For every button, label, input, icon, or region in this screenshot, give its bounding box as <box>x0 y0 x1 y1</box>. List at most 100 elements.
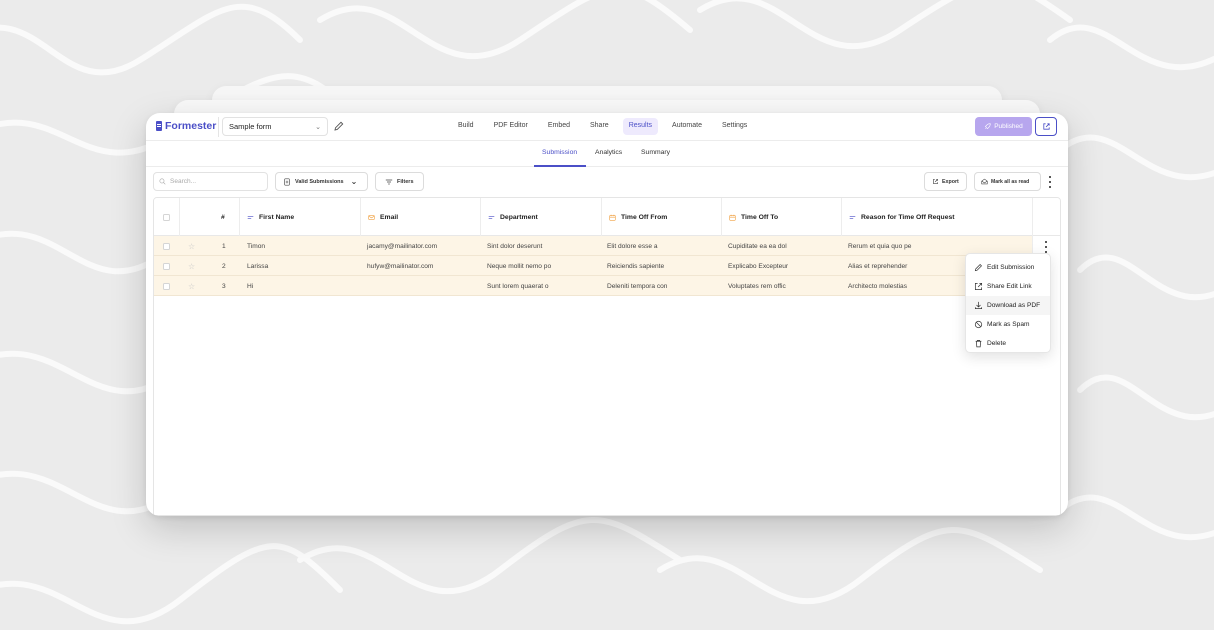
nav-tab-embed[interactable]: Embed <box>542 118 576 135</box>
pencil-icon <box>974 264 982 272</box>
subtab-analytics[interactable]: Analytics <box>595 149 622 156</box>
menu-item-label: Delete <box>987 340 1007 347</box>
nav-tab-build[interactable]: Build <box>452 118 480 135</box>
form-select-value: Sample form <box>229 122 272 131</box>
nav-tab-share[interactable]: Share <box>584 118 615 135</box>
column-header-reason[interactable]: Reason for Time Off Request <box>849 198 955 236</box>
subtab-summary[interactable]: Summary <box>641 149 670 156</box>
table-row[interactable]: ☆ 3 Hi Sunt lorem quaerat o Deleniti tem… <box>154 276 1032 296</box>
menu-item-mark-as-spam[interactable]: Mark as Spam <box>966 315 1050 334</box>
open-form-button[interactable] <box>1035 117 1057 136</box>
row-checkbox[interactable] <box>163 256 170 276</box>
filters-label: Filters <box>397 178 414 185</box>
filter-lines-icon <box>385 179 393 184</box>
menu-item-label: Mark as Spam <box>987 321 1030 328</box>
chevron-down-icon: ⌄ <box>315 123 321 131</box>
filters-button[interactable]: Filters <box>375 172 424 191</box>
trash-icon <box>975 339 982 348</box>
cell-department: Sunt lorem quaerat o <box>487 282 549 290</box>
submissions-table: # First Name Email Department Time Off F… <box>153 197 1061 516</box>
column-header-department[interactable]: Department <box>488 198 538 236</box>
search-input[interactable]: Search... <box>153 172 268 191</box>
column-label: Email <box>380 213 399 221</box>
nav-tab-results[interactable]: Results <box>622 118 659 135</box>
subtab-submission[interactable]: Submission <box>542 149 577 156</box>
submission-filter-value: Valid Submissions <box>295 178 344 185</box>
menu-item-download-pdf[interactable]: Download as PDF <box>966 296 1050 315</box>
table-row[interactable]: ☆ 2 Larissa hufyw@mailinator.com Neque m… <box>154 256 1032 276</box>
export-icon <box>933 179 938 184</box>
search-placeholder: Search... <box>170 178 197 185</box>
chevron-down-icon: ⌄ <box>350 177 358 186</box>
logo-text: Formester <box>165 120 217 132</box>
search-icon <box>159 178 166 185</box>
column-label: Time Off From <box>621 213 668 221</box>
cell-department: Neque mollit nemo po <box>487 262 552 270</box>
short-text-icon <box>247 215 254 219</box>
star-icon[interactable]: ☆ <box>188 236 195 256</box>
cell-time-off-from: Elit dolore esse a <box>607 242 658 250</box>
cell-email: hufyw@mailinator.com <box>367 262 434 270</box>
mark-all-read-button[interactable]: Mark all as read <box>974 172 1041 191</box>
column-label: First Name <box>259 213 295 221</box>
cell-department: Sint dolor deserunt <box>487 242 543 250</box>
download-icon <box>974 301 983 310</box>
app-window: Formester Sample form ⌄ Build PDF Editor… <box>146 113 1068 516</box>
nav-tab-settings[interactable]: Settings <box>716 118 753 135</box>
star-icon[interactable]: ☆ <box>188 256 195 276</box>
cell-time-off-from: Deleniti tempora con <box>607 282 668 290</box>
export-button[interactable]: Export <box>924 172 967 191</box>
results-subtabs: Submission Analytics Summary <box>146 141 1068 167</box>
short-text-icon <box>849 215 856 219</box>
top-bar: Formester Sample form ⌄ Build PDF Editor… <box>146 113 1068 141</box>
column-label: Reason for Time Off Request <box>861 213 955 221</box>
table-row[interactable]: ☆ 1 Timon jacamy@mailinator.com Sint dol… <box>154 236 1032 256</box>
logo[interactable]: Formester <box>156 120 216 132</box>
calendar-icon <box>609 214 616 221</box>
published-button[interactable]: Published <box>975 117 1032 136</box>
cell-first-name: Timon <box>247 242 266 250</box>
column-header-first-name[interactable]: First Name <box>247 198 294 236</box>
menu-item-delete[interactable]: Delete <box>966 334 1050 353</box>
menu-item-label: Edit Submission <box>987 264 1035 271</box>
cell-email: jacamy@mailinator.com <box>367 242 438 250</box>
external-link-icon <box>1042 123 1050 130</box>
cell-time-off-from: Reiciendis sapiente <box>607 262 665 270</box>
export-label: Export <box>942 178 959 185</box>
cell-reason: Alias et reprehender <box>848 262 908 270</box>
row-actions-menu: Edit Submission Share Edit Link Download… <box>965 253 1051 353</box>
mail-icon <box>368 214 375 220</box>
submission-filter-select[interactable]: Valid Submissions ⌄ <box>275 172 368 191</box>
menu-item-edit-submission[interactable]: Edit Submission <box>966 258 1050 277</box>
column-header-num: # <box>221 213 225 221</box>
column-header-time-off-from[interactable]: Time Off From <box>609 198 667 236</box>
rocket-icon <box>985 123 991 130</box>
row-checkbox[interactable] <box>163 236 170 256</box>
external-link-icon <box>974 282 983 291</box>
main-nav: Build PDF Editor Embed Share Results Aut… <box>452 118 761 135</box>
cell-reason: Rerum et quia quo pe <box>848 242 912 250</box>
menu-item-label: Share Edit Link <box>987 283 1032 290</box>
nav-tab-pdf-editor[interactable]: PDF Editor <box>488 118 534 135</box>
divider <box>218 117 219 137</box>
cell-num: 1 <box>222 242 226 250</box>
edit-form-name-pencil-icon[interactable] <box>333 120 345 132</box>
star-icon[interactable]: ☆ <box>188 276 195 296</box>
cell-time-off-to: Explicabo Excepteur <box>728 262 789 270</box>
cell-time-off-to: Cupiditate ea ea dol <box>728 242 787 250</box>
ban-icon <box>974 320 983 329</box>
cell-reason: Architecto molestias <box>848 282 907 290</box>
column-label: Department <box>500 213 538 221</box>
column-header-email[interactable]: Email <box>368 198 398 236</box>
form-select[interactable]: Sample form ⌄ <box>222 117 328 136</box>
published-label: Published <box>994 123 1023 130</box>
cell-num: 3 <box>222 282 226 290</box>
select-all-checkbox[interactable] <box>163 198 170 236</box>
row-checkbox[interactable] <box>163 276 170 296</box>
nav-tab-automate[interactable]: Automate <box>666 118 708 135</box>
more-options-icon[interactable] <box>1045 175 1055 189</box>
menu-item-share-edit-link[interactable]: Share Edit Link <box>966 277 1050 296</box>
mark-all-label: Mark all as read <box>991 178 1030 185</box>
column-header-time-off-to[interactable]: Time Off To <box>729 198 778 236</box>
row-more-options-icon[interactable] <box>1043 241 1049 253</box>
